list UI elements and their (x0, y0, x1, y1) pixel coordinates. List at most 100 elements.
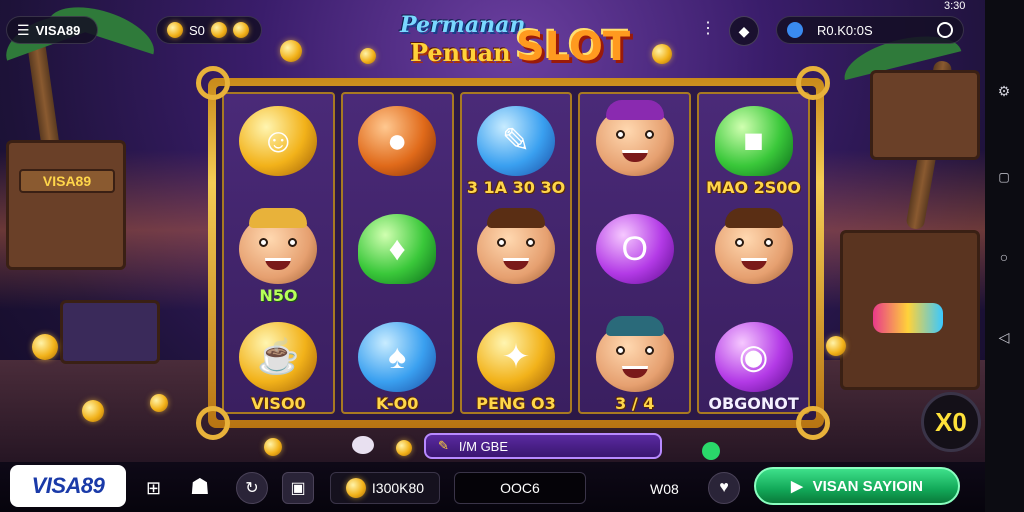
back-nav-icon[interactable]: ◁ (997, 330, 1011, 344)
coin-icon (82, 400, 104, 422)
bench-left (60, 300, 160, 364)
brand-label: VISA89 (35, 22, 81, 38)
slot-symbol: ■ MAO 2S0O (699, 98, 808, 206)
coin-counter[interactable]: S0 (156, 16, 262, 44)
status-time: 3:30 (944, 0, 966, 12)
green-symbol-icon: ♦ (358, 214, 437, 284)
recent-apps-icon[interactable]: ▢ (997, 170, 1011, 184)
reels-container: ☺ N5O ☕ VISO0 ● ♦ ♠ K-O0 ✎ 3 1A 30 3O ✦ PENG O3 O 3 /… (216, 86, 816, 420)
home-icon[interactable]: ☗ (190, 474, 218, 500)
slot-symbol: 3 / 4 (580, 314, 689, 422)
win-display: OOC6 (454, 472, 586, 504)
slot-symbol: ☕ VISO0 (224, 314, 333, 422)
green-symbol-icon: ■ (714, 106, 793, 176)
frame-ornament-icon (196, 406, 230, 440)
frame-ornament-icon (796, 66, 830, 100)
cart-cushion (873, 303, 943, 333)
coin-icon (652, 44, 672, 64)
game-screen: VISA89 ☰ VISA89 S0 Permanan Penuan SLOT … (0, 0, 1024, 512)
chart-icon[interactable]: ⊞ (146, 478, 161, 499)
globe-icon (787, 22, 803, 38)
character-icon (595, 100, 674, 176)
symbol-caption: VISO0 (251, 394, 306, 413)
level-label: W08 (650, 481, 679, 497)
logo-line-3: SLOT (516, 24, 631, 70)
hut-left: VISA89 (6, 140, 126, 270)
pencil-icon: ✎ (438, 438, 449, 453)
cart-right (840, 230, 980, 390)
coin-icon (264, 438, 282, 456)
hut-right (870, 70, 980, 160)
logo-line-1: Permanan (400, 12, 526, 38)
logo-line-2: Penuan (410, 38, 511, 67)
hamburger-menu-icon: ☰ (17, 21, 30, 38)
character-icon (476, 208, 555, 284)
symbol-caption: PENG O3 (476, 394, 556, 413)
symbol-caption: N5O (259, 286, 298, 305)
gift-icon: ▣ (290, 480, 306, 497)
orange-symbol-icon: ● (358, 106, 437, 176)
refresh-icon: ↻ (245, 480, 259, 497)
symbol-caption: MAO 2S0O (706, 178, 802, 197)
green-gem-icon (702, 442, 720, 460)
gift-button[interactable]: ▣ (282, 472, 314, 504)
coin-icon (150, 394, 168, 412)
slot-symbol: O (580, 206, 689, 314)
character-icon (714, 208, 793, 284)
total-bet[interactable]: I300K80 (330, 472, 440, 504)
slot-symbol: ♠ K-O0 (343, 314, 452, 422)
heart-icon: ♥ (719, 479, 729, 496)
brand-badge[interactable]: VISA89 (10, 465, 126, 507)
balance-display: R0.K0:0S (776, 16, 964, 44)
slot-symbol: N5O (224, 206, 333, 314)
reel-5: ■ MAO 2S0O ◉ OBGONOT (697, 92, 810, 414)
slot-symbol (462, 206, 571, 314)
gold-symbol-icon: ✦ (476, 322, 555, 392)
auto-spin-label: X0 (935, 406, 967, 437)
blue-symbol-icon: ✎ (476, 106, 555, 176)
coin-icon (280, 40, 302, 62)
spin-button[interactable]: ▶ VISAN SAYIOIN (754, 467, 960, 505)
symbol-caption: 3 1A 30 3O (466, 178, 566, 197)
symbol-caption: K-O0 (376, 394, 419, 413)
reel-3: ✎ 3 1A 30 3O ✦ PENG O3 (459, 92, 573, 414)
gold-symbol-icon: ☕ (239, 322, 318, 392)
slot-symbol (580, 98, 689, 206)
win-value: OOC6 (500, 480, 540, 496)
home-nav-icon[interactable]: ○ (997, 250, 1011, 264)
gold-symbol-icon: ☺ (239, 106, 318, 176)
slot-symbol (699, 206, 808, 314)
settings-gear-icon[interactable]: ⚙ (997, 84, 1011, 98)
balance-text: R0.K0:0S (817, 22, 873, 38)
blue-symbol-icon: ♠ (358, 322, 437, 392)
purple-symbol-icon: O (595, 214, 674, 284)
message-text: I/M GBE (458, 438, 509, 454)
coin-icon (32, 334, 58, 360)
frame-ornament-icon (796, 406, 830, 440)
character-icon (239, 208, 318, 284)
coin-icon (396, 440, 412, 456)
coin-counter-value: S0 (189, 22, 205, 38)
coin-icon (210, 22, 227, 38)
message-bar[interactable]: ✎ I/M GBE (424, 433, 662, 459)
auto-spin-button[interactable]: X0 (921, 392, 981, 452)
slot-symbol: ● (343, 98, 452, 206)
game-logo: Permanan Penuan SLOT (400, 10, 630, 78)
slot-symbol: ◉ OBGONOT (699, 314, 808, 422)
slot-symbol: ✎ 3 1A 30 3O (462, 98, 571, 206)
favorite-button[interactable]: ♥ (708, 472, 740, 504)
coin-icon (167, 22, 183, 38)
character-icon (595, 316, 674, 392)
history-button[interactable]: ↻ (236, 472, 268, 504)
menu-button[interactable]: ☰ VISA89 (6, 16, 98, 44)
sound-button[interactable]: ◆ (729, 16, 759, 46)
frame-ornament-icon (196, 66, 230, 100)
coin-icon (826, 336, 846, 356)
spin-label: VISAN SAYIOIN (812, 477, 923, 495)
timer-icon (937, 22, 953, 38)
reel-frame: ☺ N5O ☕ VISO0 ● ♦ ♠ K-O0 ✎ 3 1A 30 3O ✦ PENG O3 O 3 /… (208, 78, 824, 428)
settings-icon[interactable]: ⋮ (700, 18, 716, 38)
coin-icon (232, 22, 249, 38)
slot-symbol: ♦ (343, 206, 452, 314)
reel-4: O 3 / 4 (578, 92, 692, 414)
